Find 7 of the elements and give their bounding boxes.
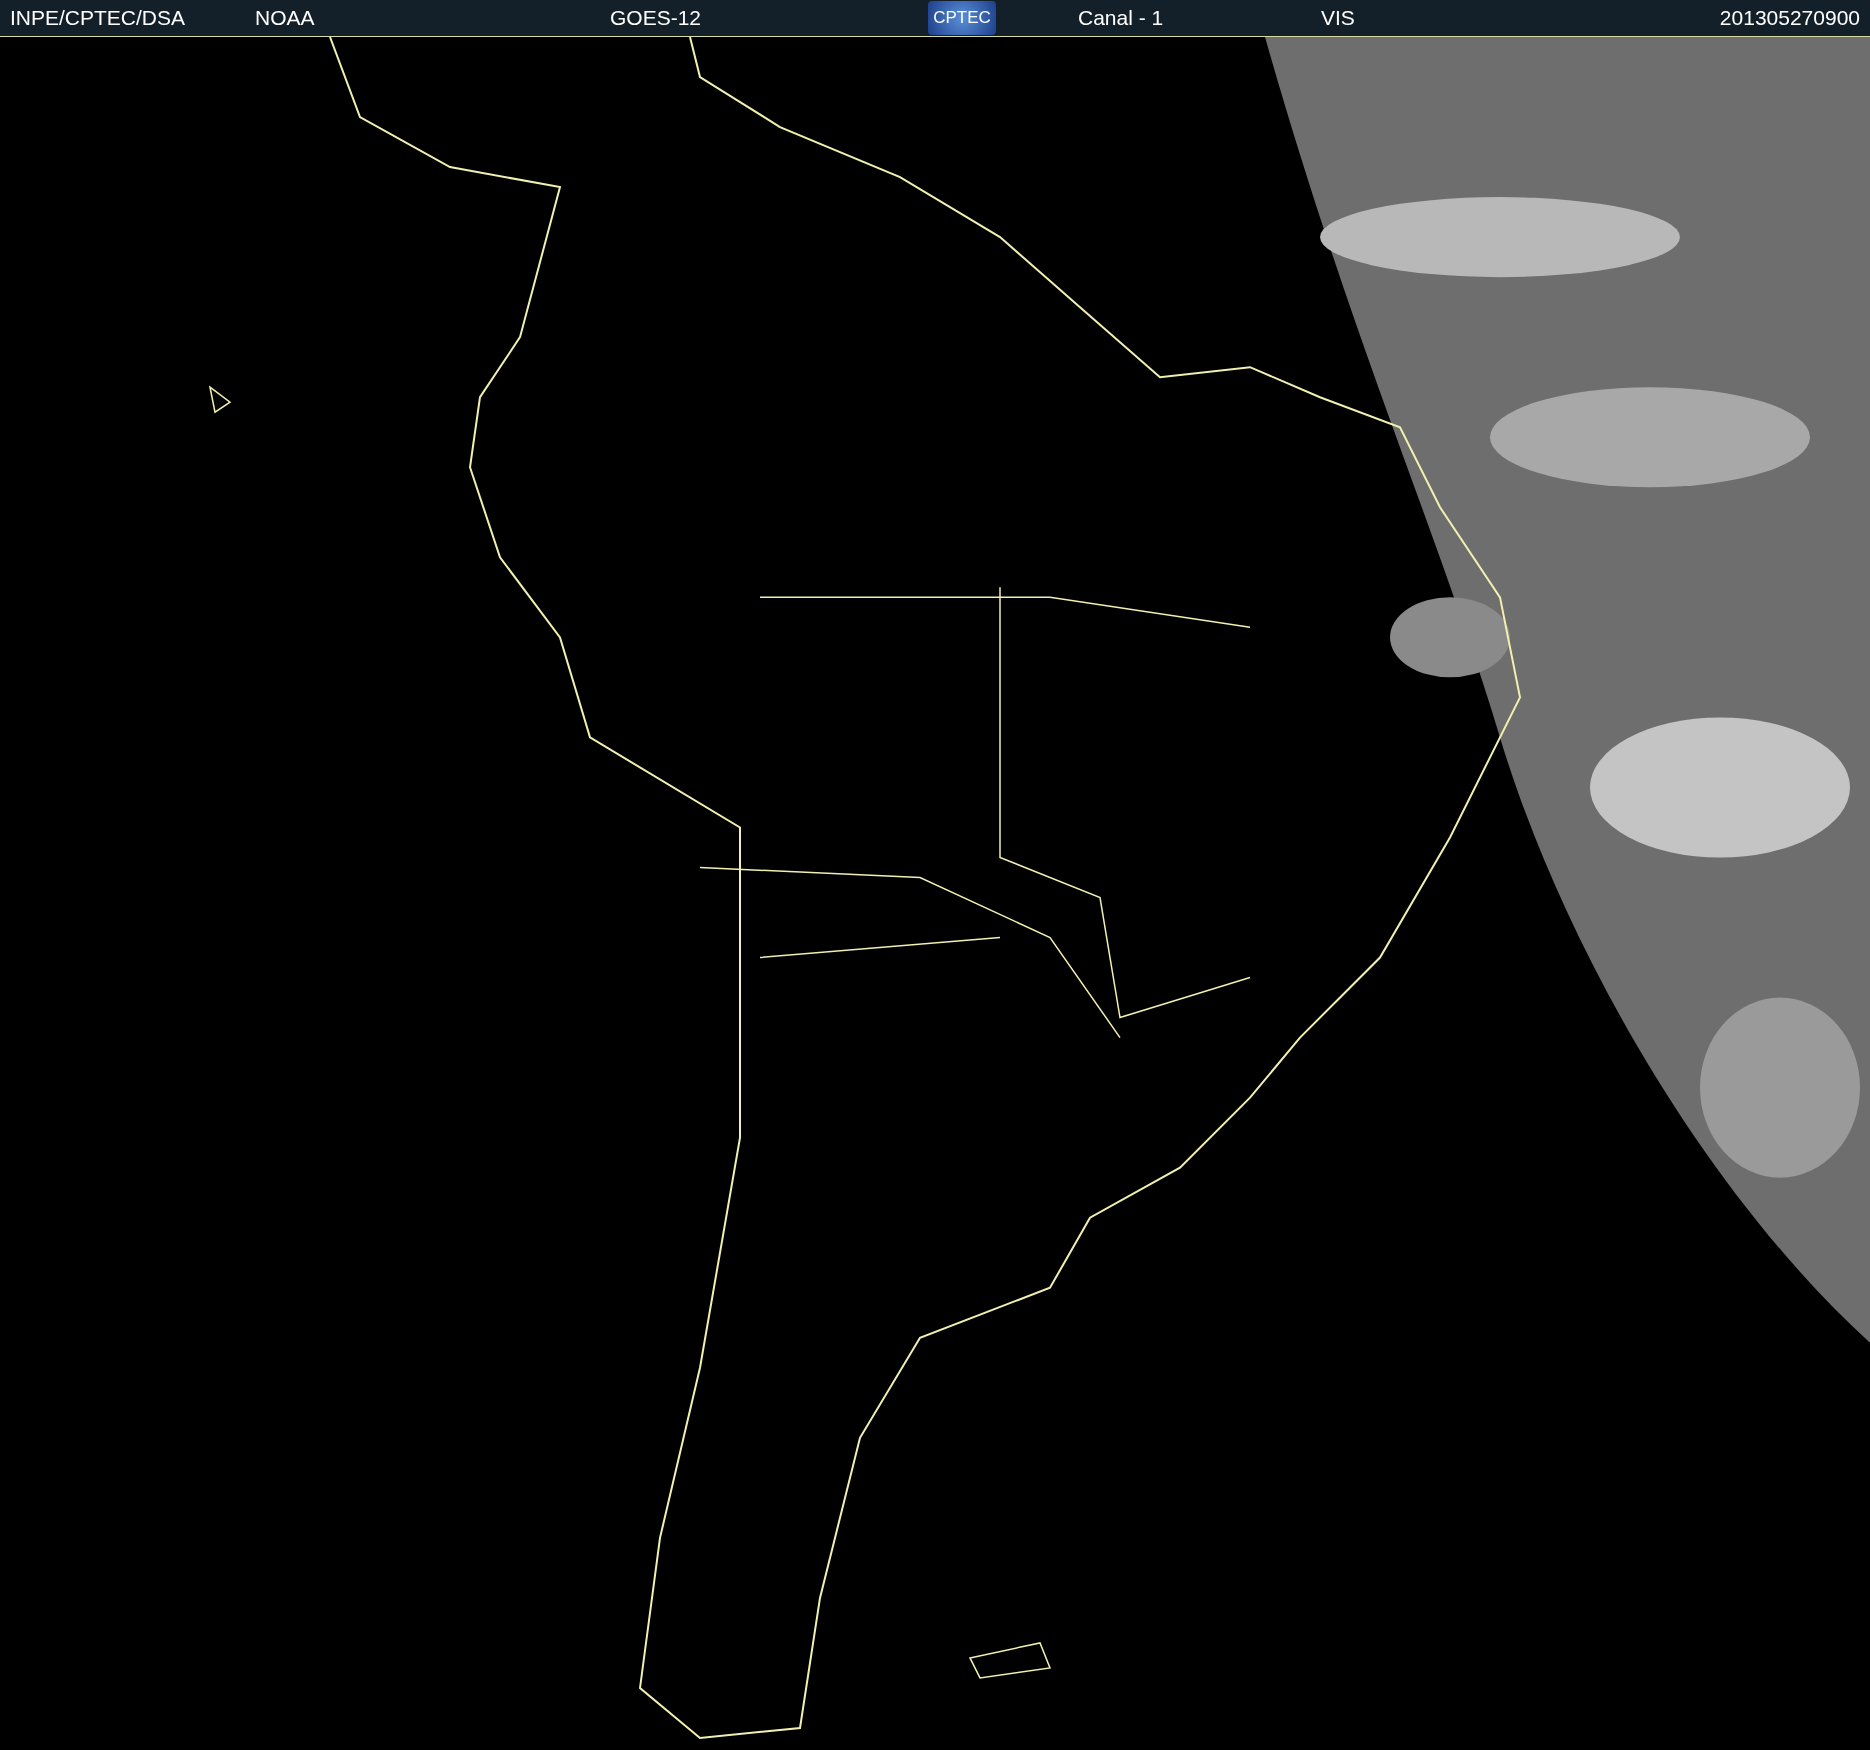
source-label: INPE/CPTEC/DSA: [10, 5, 186, 31]
timestamp-label: 201305270900: [1719, 5, 1860, 31]
satellite-label: GOES-12: [610, 5, 702, 31]
globe-logo: CPTEC: [928, 1, 996, 35]
channel-label: Canal - 1: [1078, 5, 1164, 31]
band-label: VIS: [1321, 5, 1355, 31]
agency-label: NOAA: [255, 5, 315, 31]
